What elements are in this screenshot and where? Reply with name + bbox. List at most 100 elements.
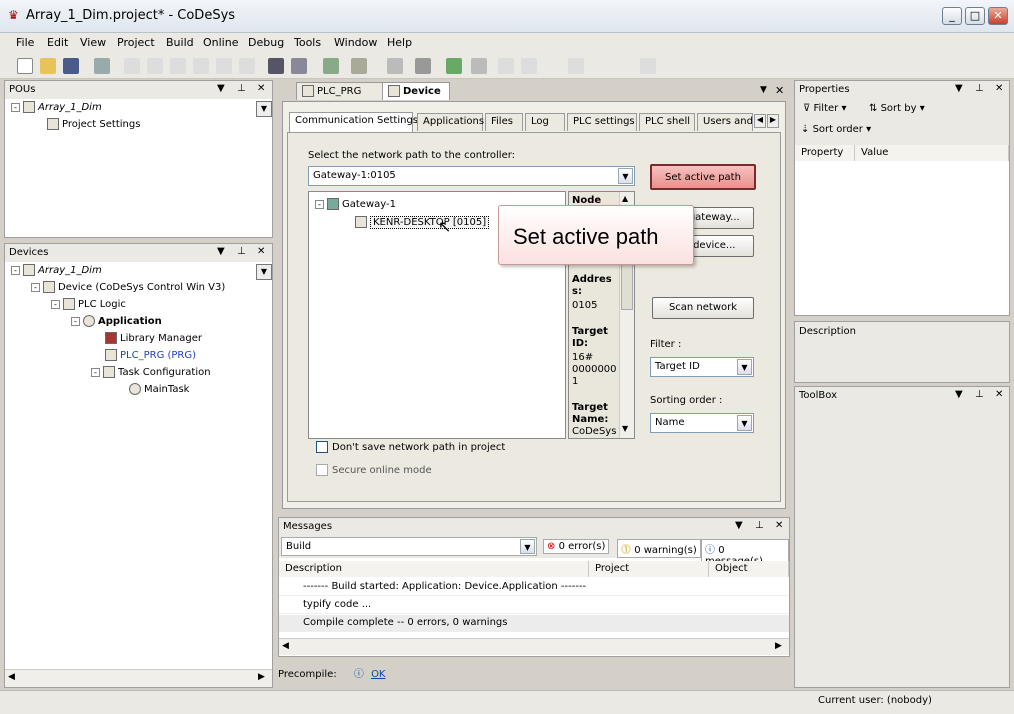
pin-icon[interactable]: ⊥ — [975, 389, 984, 400]
menu-file[interactable]: File — [16, 36, 34, 49]
tab-users-and[interactable]: Users and — [697, 113, 753, 131]
step-icon[interactable] — [568, 58, 584, 74]
delete-icon[interactable] — [239, 58, 255, 74]
tree-item-gateway[interactable]: - Gateway-1 — [315, 198, 396, 210]
horizontal-scrollbar[interactable]: ◀ ▶ — [5, 669, 272, 687]
warnings-filter-button[interactable]: ⓵ 0 warning(s) — [617, 539, 701, 558]
scroll-right-icon[interactable]: ▶ — [258, 672, 265, 682]
filter-button[interactable]: ⊽ Filter ▾ — [803, 103, 846, 114]
secure-online-mode-checkbox[interactable]: Secure online mode — [316, 464, 432, 476]
message-row[interactable]: ------- Build started: Application: Devi… — [279, 579, 789, 596]
message-source-combo[interactable]: Build ▼ — [281, 537, 537, 556]
find-icon[interactable] — [268, 58, 284, 74]
collapse-icon[interactable]: - — [91, 367, 100, 377]
insert-icon[interactable] — [351, 58, 367, 74]
tab-device[interactable]: Device — [382, 82, 450, 100]
tabs-dropdown-icon[interactable]: ▼ — [760, 85, 767, 95]
scroll-down-icon[interactable]: ▼ — [622, 424, 628, 433]
tab-plc-settings[interactable]: PLC settings — [567, 113, 637, 131]
login-icon[interactable] — [446, 58, 462, 74]
dropdown-icon[interactable]: ▼ — [735, 520, 743, 531]
tree-item-project-settings[interactable]: Project Settings — [47, 118, 140, 130]
pin-icon[interactable]: ⊥ — [237, 246, 246, 257]
menu-help[interactable]: Help — [387, 36, 412, 49]
tree-item-project[interactable]: - Array_1_Dim — [11, 264, 102, 276]
tree-item-task-configuration[interactable]: - Task Configuration — [91, 366, 211, 378]
tree-item-plc-prg[interactable]: PLC_PRG (PRG) — [105, 349, 196, 361]
scan-network-button[interactable]: Scan network — [652, 297, 754, 319]
sorting-order-combo[interactable]: Name ▼ — [650, 413, 754, 433]
menu-build[interactable]: Build — [166, 36, 194, 49]
tree-item-application[interactable]: - Application — [71, 315, 162, 327]
undo-icon[interactable] — [124, 58, 140, 74]
chevron-down-icon[interactable]: ▼ — [737, 415, 752, 431]
keyboard-icon[interactable] — [415, 58, 431, 74]
panel-dropdown-button[interactable]: ▼ — [256, 101, 272, 117]
logout-icon[interactable] — [471, 58, 487, 74]
chevron-down-icon[interactable]: ▼ — [737, 359, 752, 375]
tab-communication-settings[interactable]: Communication Settings — [289, 112, 418, 132]
project-column-header[interactable]: Project — [589, 561, 709, 577]
tab-files[interactable]: Files — [485, 113, 523, 131]
scroll-left-icon[interactable]: ◀ — [282, 641, 289, 651]
tabs-scroll-right-icon[interactable]: ▶ — [767, 114, 779, 128]
close-button[interactable]: ✕ — [988, 7, 1008, 25]
collapse-icon[interactable]: - — [31, 282, 40, 292]
precompile-ok-link[interactable]: OK — [371, 669, 385, 680]
scroll-up-icon[interactable]: ▲ — [622, 194, 628, 203]
tab-plc-shell[interactable]: PLC shell — [639, 113, 695, 131]
pin-icon[interactable]: ⊥ — [237, 83, 246, 94]
redo-icon[interactable] — [147, 58, 163, 74]
dropdown-icon[interactable]: ▼ — [955, 389, 963, 400]
sort-by-button[interactable]: ⇅ Sort by ▾ — [869, 103, 925, 114]
replace-icon[interactable] — [291, 58, 307, 74]
collapse-icon[interactable]: - — [11, 102, 20, 112]
property-column-header[interactable]: Property — [795, 145, 855, 161]
value-column-header[interactable]: Value — [855, 145, 1009, 161]
sort-order-button[interactable]: ⇣ Sort order ▾ — [801, 124, 871, 135]
object-column-header[interactable]: Object — [709, 561, 789, 577]
dropdown-icon[interactable]: ▼ — [217, 83, 225, 94]
collapse-icon[interactable]: - — [71, 316, 80, 326]
menu-window[interactable]: Window — [334, 36, 377, 49]
dont-save-path-checkbox[interactable]: Don't save network path in project — [316, 441, 505, 453]
checkbox-box[interactable] — [316, 441, 328, 453]
close-editor-icon[interactable]: ✕ — [775, 84, 784, 97]
close-icon[interactable]: ✕ — [257, 83, 265, 94]
tree-item-library-manager[interactable]: Library Manager — [105, 332, 202, 344]
tab-applications[interactable]: Applications — [417, 113, 484, 131]
maximize-button[interactable]: □ — [965, 7, 985, 25]
open-icon[interactable] — [40, 58, 56, 74]
errors-filter-button[interactable]: ⊗ 0 error(s) — [543, 539, 610, 554]
tree-item-plc-logic[interactable]: - PLC Logic — [51, 298, 126, 310]
close-icon[interactable]: ✕ — [995, 83, 1003, 94]
minimize-button[interactable]: _ — [942, 7, 962, 25]
tree-item-device[interactable]: - Device (CoDeSys Control Win V3) — [31, 281, 225, 293]
description-column-header[interactable]: Description — [279, 561, 589, 577]
pin-icon[interactable]: ⊥ — [755, 520, 764, 531]
tab-plc-prg[interactable]: PLC_PRG — [296, 82, 388, 100]
close-icon[interactable]: ✕ — [995, 389, 1003, 400]
menu-project[interactable]: Project — [117, 36, 155, 49]
print-icon[interactable] — [94, 58, 110, 74]
tree-item-maintask[interactable]: MainTask — [129, 383, 189, 395]
build-icon[interactable] — [323, 58, 339, 74]
message-row[interactable]: Compile complete -- 0 errors, 0 warnings — [279, 615, 789, 632]
chevron-down-icon[interactable]: ▼ — [520, 539, 535, 554]
set-active-path-button[interactable]: Set active path — [650, 164, 756, 190]
panel-dropdown-button[interactable]: ▼ — [256, 264, 272, 280]
tree-item-device-node[interactable]: KENR-DESKTOP [0105] — [355, 216, 490, 229]
menu-edit[interactable]: Edit — [47, 36, 68, 49]
paste-icon[interactable] — [216, 58, 232, 74]
menu-debug[interactable]: Debug — [248, 36, 284, 49]
run-icon[interactable] — [498, 58, 514, 74]
network-path-combo[interactable]: Gateway-1:0105 ▼ — [308, 166, 635, 186]
close-icon[interactable]: ✕ — [257, 246, 265, 257]
filter-combo[interactable]: Target ID ▼ — [650, 357, 754, 377]
save-icon[interactable] — [63, 58, 79, 74]
collapse-icon[interactable]: - — [315, 199, 324, 209]
scroll-left-icon[interactable]: ◀ — [8, 672, 15, 682]
checkbox-box[interactable] — [316, 464, 328, 476]
tabs-scroll-left-icon[interactable]: ◀ — [754, 114, 766, 128]
stop-icon[interactable] — [521, 58, 537, 74]
